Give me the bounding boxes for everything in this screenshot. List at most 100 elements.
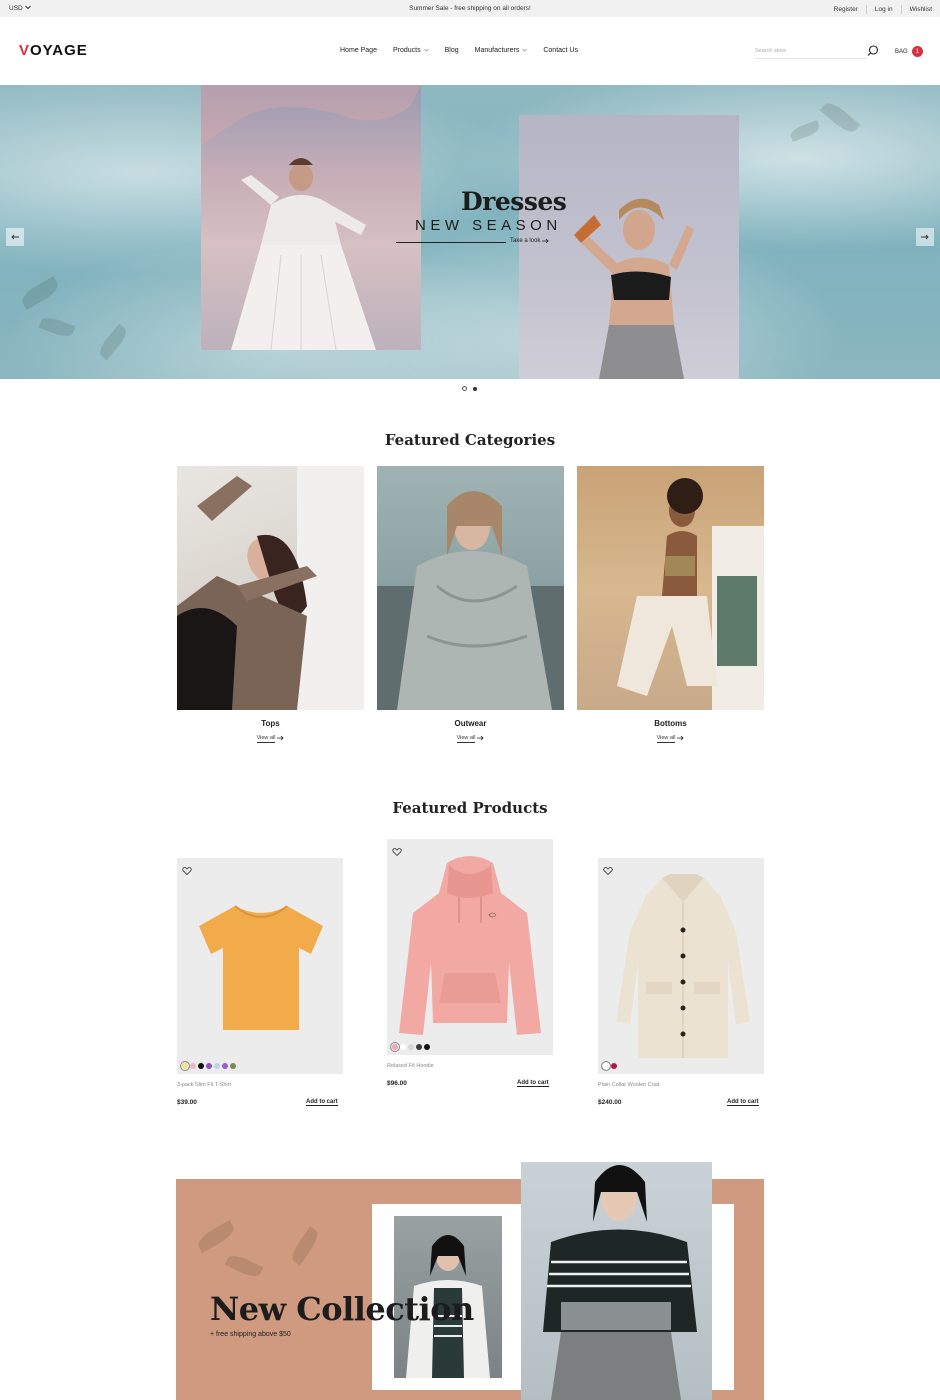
- color-swatch[interactable]: [190, 1063, 196, 1069]
- category-card-tops[interactable]: [177, 466, 364, 710]
- woman-in-striped-tee-image: [543, 1165, 697, 1400]
- product-price: $96.00: [387, 1080, 407, 1087]
- logo-text: OYAGE: [30, 42, 88, 59]
- hero-next-button[interactable]: [916, 228, 934, 246]
- logo[interactable]: VOYAGE: [19, 42, 88, 59]
- view-all-outwear-link[interactable]: View all: [377, 735, 564, 743]
- color-swatch[interactable]: [214, 1063, 220, 1069]
- product-price: $39.00: [177, 1099, 197, 1106]
- slider-dot-2[interactable]: [473, 386, 477, 391]
- slider-dot-1[interactable]: [462, 386, 467, 391]
- product-card-coat[interactable]: [598, 858, 764, 1074]
- tops-category-image: [177, 466, 364, 710]
- arrow-right-icon: [477, 735, 484, 743]
- arrow-right-icon: [677, 735, 684, 743]
- nav-label: Home Page: [340, 47, 377, 54]
- bottoms-category-image: [617, 478, 764, 710]
- top-bar: USD Summer Sale - free shipping on all o…: [0, 0, 940, 17]
- wishlist-link[interactable]: Wishlist: [902, 6, 932, 13]
- arrow-right-icon: [542, 238, 549, 246]
- view-all-label: View all: [456, 735, 476, 743]
- color-swatch[interactable]: [222, 1063, 228, 1069]
- leaf-shadow: [224, 1252, 264, 1280]
- login-link[interactable]: Log in: [867, 6, 901, 13]
- heart-icon[interactable]: [182, 863, 192, 876]
- add-to-cart-button[interactable]: Add to cart: [306, 1099, 338, 1106]
- register-link[interactable]: Register: [826, 6, 866, 13]
- product-card-hoodie[interactable]: [387, 839, 553, 1055]
- color-swatches: [601, 1061, 617, 1071]
- hero-photo-dress: [201, 85, 421, 351]
- category-name-outwear: Outwear: [454, 719, 487, 728]
- color-swatch[interactable]: [408, 1044, 414, 1050]
- nav-home[interactable]: Home Page: [340, 47, 377, 54]
- color-swatches: [180, 1061, 236, 1071]
- main-nav: Home Page Products Blog Manufacturers Co…: [340, 47, 594, 54]
- product-name[interactable]: 3-pack Slim Fit T-Shirt: [177, 1082, 231, 1088]
- hero-slider: Dresses NEW SEASON Take a look: [0, 85, 940, 379]
- site-header: VOYAGE Home Page Products Blog Manufactu…: [0, 17, 940, 85]
- collection-photo-striped-top: [521, 1162, 712, 1400]
- coat-product-image: [616, 874, 750, 1058]
- hero-cta-link[interactable]: Take a look: [510, 238, 549, 246]
- outwear-category-image: [377, 491, 564, 710]
- nav-label: Manufacturers: [474, 47, 520, 54]
- hoodie-product-image: [399, 856, 541, 1035]
- view-all-bottoms-link[interactable]: View all: [577, 735, 764, 743]
- account-links: Register Log in Wishlist: [826, 5, 932, 14]
- color-swatches: [390, 1042, 430, 1052]
- nav-manufacturers[interactable]: Manufacturers: [475, 47, 528, 54]
- bag-label: BAG: [895, 48, 908, 55]
- color-swatch[interactable]: [230, 1063, 236, 1069]
- hero-divider: [396, 242, 506, 243]
- color-swatch[interactable]: [611, 1063, 617, 1069]
- nav-label: Products: [392, 47, 421, 54]
- heart-icon[interactable]: [603, 863, 613, 876]
- bag-button[interactable]: BAG 1: [895, 46, 923, 57]
- add-to-cart-button[interactable]: Add to cart: [517, 1080, 549, 1087]
- hero-photo-crop-top: [519, 115, 739, 379]
- product-name[interactable]: Plain Collar Woolen Coat: [598, 1082, 659, 1088]
- logo-initial: V: [19, 42, 31, 59]
- leaf-shadow: [194, 1220, 238, 1253]
- color-swatch[interactable]: [424, 1044, 430, 1050]
- bag-count-badge: 1: [911, 46, 923, 57]
- product-card-tshirt[interactable]: [177, 858, 343, 1074]
- tshirt-product-image: [199, 905, 323, 1030]
- arrow-left-icon: [11, 232, 19, 242]
- featured-categories-title: Featured Categories: [384, 431, 556, 449]
- color-swatch[interactable]: [198, 1063, 204, 1069]
- view-all-label: View all: [256, 735, 276, 743]
- nav-label: Contact Us: [543, 47, 578, 54]
- view-all-tops-link[interactable]: View all: [177, 735, 364, 743]
- category-card-bottoms[interactable]: [577, 466, 764, 710]
- search-icon[interactable]: [866, 44, 880, 58]
- chevron-down-icon: [423, 48, 429, 54]
- arrow-right-icon: [921, 232, 929, 242]
- nav-contact[interactable]: Contact Us: [543, 47, 578, 54]
- color-swatch[interactable]: [416, 1044, 422, 1050]
- leaf-shadow: [38, 314, 76, 340]
- color-swatch[interactable]: [390, 1042, 400, 1052]
- color-swatch[interactable]: [180, 1061, 190, 1071]
- category-name-bottoms: Bottoms: [654, 719, 687, 728]
- color-swatch[interactable]: [601, 1061, 611, 1071]
- leaf-shadow: [788, 120, 822, 142]
- new-collection-subtitle: + free shipping above $50: [210, 1331, 291, 1338]
- hero-title: Dresses: [461, 187, 567, 216]
- nav-products[interactable]: Products: [393, 47, 429, 54]
- hero-subtitle: NEW SEASON: [415, 217, 562, 234]
- product-name[interactable]: Relaxed Fit Hoodie: [387, 1063, 434, 1069]
- hero-cta-label: Take a look: [510, 238, 541, 244]
- leaf-shadow: [819, 98, 861, 137]
- nav-blog[interactable]: Blog: [445, 47, 459, 54]
- category-card-outwear[interactable]: [377, 466, 564, 710]
- hero-prev-button[interactable]: [6, 228, 24, 246]
- leaf-shadow: [288, 1226, 322, 1266]
- view-all-label: View all: [656, 735, 676, 743]
- color-swatch[interactable]: [206, 1063, 212, 1069]
- add-to-cart-button[interactable]: Add to cart: [727, 1099, 759, 1106]
- promo-message: Summer Sale - free shipping on all order…: [409, 5, 531, 12]
- color-swatch[interactable]: [400, 1044, 406, 1050]
- search-input[interactable]: Search store: [755, 45, 867, 59]
